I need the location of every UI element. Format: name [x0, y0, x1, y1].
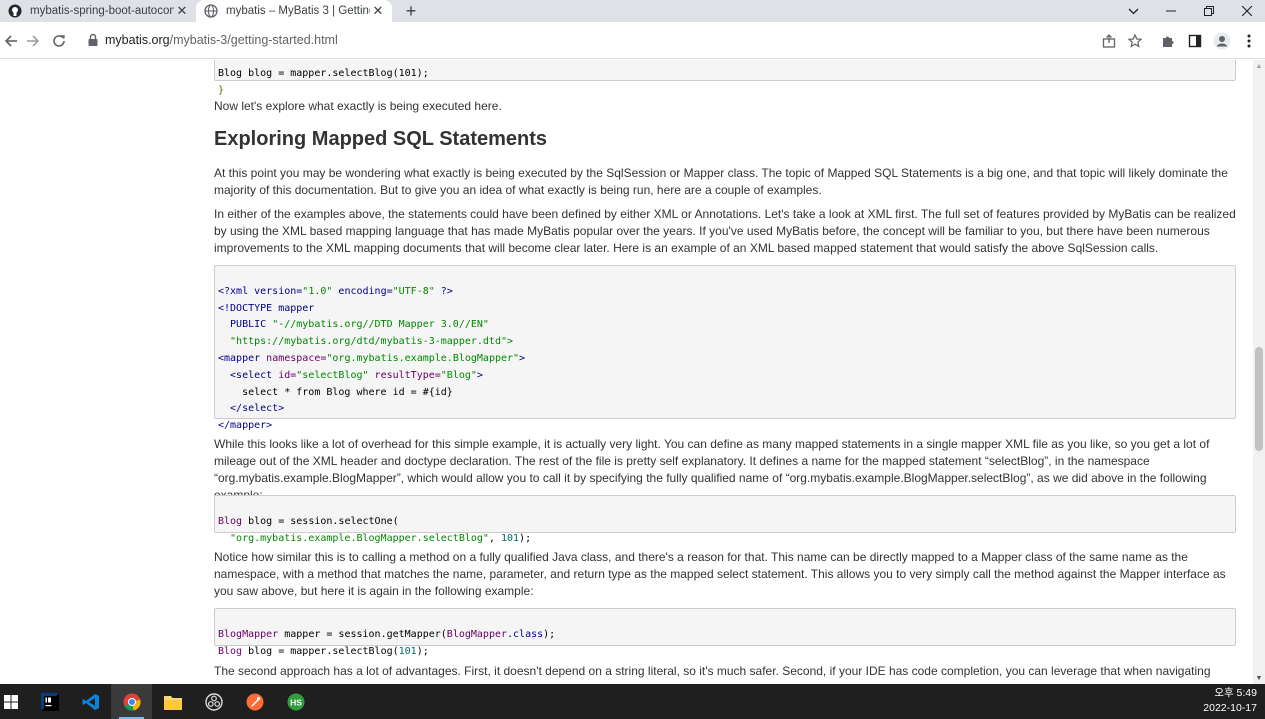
section-heading: Exploring Mapped SQL Statements — [214, 128, 548, 150]
tab-title: mybatis-spring-boot-autoconfig — [30, 5, 174, 17]
code-token: <mapper — [218, 352, 261, 364]
url-text[interactable]: mybatis.org/mybatis-3/getting-started.ht… — [105, 33, 338, 47]
code-token: <!DOCTYPE mapper — [218, 302, 315, 314]
tab-strip: mybatis-spring-boot-autoconfig ✕ mybatis… — [0, 0, 1265, 22]
url-path: /mybatis-3/getting-started.html — [169, 33, 338, 47]
code-token: "org.mybatis.example.BlogMapper" — [326, 352, 520, 364]
github-icon — [8, 4, 22, 18]
code-token: , — [488, 532, 501, 544]
code-token: ); — [519, 532, 532, 544]
tab-close-icon[interactable]: ✕ — [370, 3, 386, 19]
windows-start-icon[interactable] — [0, 684, 22, 719]
code-token: Blog — [218, 645, 243, 657]
code-token: > — [519, 352, 526, 364]
obs-icon[interactable] — [193, 684, 234, 719]
code-token: BlogMapper — [218, 628, 279, 640]
code-token: "UTF-8" — [392, 285, 435, 297]
clock-date: 2022-10-17 — [1203, 702, 1257, 714]
code-token: <?xml version= — [218, 285, 303, 297]
paragraph: In either of the examples above, the sta… — [214, 207, 1236, 255]
code-token: Blog — [218, 515, 243, 527]
forward-icon[interactable] — [22, 30, 44, 52]
code-token: ); — [543, 628, 556, 640]
new-tab-button[interactable]: + — [400, 0, 422, 22]
svg-text:HS: HS — [290, 697, 302, 707]
code-line: Blog blog = mapper.selectBlog(101); — [218, 67, 429, 79]
paragraph: At this point you may be wondering what … — [214, 166, 1228, 197]
code-token: resultType= — [368, 369, 441, 381]
address-bar[interactable]: mybatis.org/mybatis-3/getting-started.ht… — [76, 26, 1156, 54]
paragraph: The second approach has a lot of advanta… — [214, 664, 1211, 684]
share-icon[interactable] — [1098, 30, 1120, 52]
extensions-icon[interactable] — [1157, 30, 1179, 52]
hs-app-icon[interactable]: HS — [275, 684, 316, 719]
clock-time: 오후 5:49 — [1214, 687, 1257, 699]
code-token: ?> — [434, 285, 453, 297]
code-block-previous: Blog blog = mapper.selectBlog(101);} — [214, 60, 1236, 96]
minimize-icon[interactable] — [1152, 0, 1190, 22]
code-token: select * from Blog where id = #{id} — [218, 386, 453, 398]
code-token: namespace= — [260, 352, 327, 364]
code-block-select-one: Blog blog = session.selectOne( "org.myba… — [214, 495, 1236, 544]
profile-icon[interactable] — [1211, 30, 1233, 52]
system-clock[interactable]: 오후 5:49 2022-10-17 — [1197, 686, 1257, 716]
tab-mybatis-getting-started[interactable]: mybatis – MyBatis 3 | Getting st ✕ — [196, 0, 392, 22]
code-token: "org.mybatis.example.BlogMapper.selectBl… — [218, 532, 489, 544]
lock-icon[interactable] — [86, 33, 100, 47]
code-token: </select> — [218, 403, 285, 415]
code-token: ); — [416, 645, 429, 657]
code-token: "https://mybatis.org/dtd/mybatis-3-mappe… — [218, 336, 514, 348]
code-token: </mapper> — [218, 420, 273, 432]
intellij-icon[interactable] — [29, 684, 70, 719]
code-token: .class — [507, 628, 544, 640]
url-host: mybatis.org — [105, 33, 170, 47]
globe-icon — [204, 4, 218, 18]
code-line: } — [218, 84, 225, 96]
page-scrollbar[interactable]: ▲ ▼ — [1253, 60, 1265, 684]
reload-icon[interactable] — [48, 30, 70, 52]
file-explorer-icon[interactable] — [152, 684, 193, 719]
code-token: > — [476, 369, 483, 381]
star-icon[interactable] — [1124, 30, 1146, 52]
browser-toolbar: mybatis.org/mybatis-3/getting-started.ht… — [0, 22, 1265, 59]
maximize-icon[interactable] — [1190, 0, 1228, 22]
code-token: blog = session.selectOne( — [242, 515, 399, 527]
code-block-xml: <?xml version="1.0" encoding="UTF-8" ?> <… — [214, 265, 1236, 431]
menu-icon[interactable] — [1238, 30, 1260, 52]
paragraph: Notice how similar this is to calling a … — [214, 550, 1226, 598]
windows-taskbar: HS 오후 5:49 2022-10-17 — [0, 684, 1265, 719]
code-token: id= — [272, 369, 297, 381]
sidepanel-icon[interactable] — [1184, 30, 1206, 52]
scrollbar-thumb[interactable] — [1255, 347, 1263, 451]
code-token: blog = mapper.selectBlog( — [242, 645, 399, 657]
code-token: <select — [218, 369, 273, 381]
page-viewport: Blog blog = mapper.selectBlog(101);} Now… — [0, 60, 1253, 684]
code-token: 101 — [500, 532, 520, 544]
code-token: "1.0" — [302, 285, 333, 297]
vscode-icon[interactable] — [70, 684, 111, 719]
code-token: encoding= — [332, 285, 393, 297]
tab-title: mybatis – MyBatis 3 | Getting st — [226, 5, 370, 17]
tab-close-icon[interactable]: ✕ — [174, 3, 190, 19]
tab-mybatis-spring-boot[interactable]: mybatis-spring-boot-autoconfig ✕ — [0, 0, 196, 22]
code-token: mapper = session.getMapper( — [278, 628, 447, 640]
code-token: "selectBlog" — [296, 369, 369, 381]
tab-search-icon[interactable] — [1114, 0, 1152, 22]
chrome-icon[interactable] — [111, 684, 152, 719]
code-token: BlogMapper — [446, 628, 508, 640]
scroll-up-icon[interactable]: ▲ — [1253, 60, 1265, 72]
back-icon[interactable] — [0, 30, 22, 52]
code-token: "Blog" — [440, 369, 477, 381]
intro-paragraph: Now let's explore what exactly is being … — [214, 99, 502, 113]
code-token: PUBLIC — [218, 319, 273, 331]
code-block-get-mapper: BlogMapper mapper = session.getMapper(Bl… — [214, 608, 1236, 657]
close-icon[interactable] — [1228, 0, 1265, 22]
code-token: 101 — [398, 645, 417, 657]
postman-icon[interactable] — [234, 684, 275, 719]
paragraph: While this looks like a lot of overhead … — [214, 437, 1210, 502]
scroll-down-icon[interactable]: ▼ — [1253, 672, 1265, 684]
code-token: "-//mybatis.org//DTD Mapper 3.0//EN" — [272, 319, 489, 331]
